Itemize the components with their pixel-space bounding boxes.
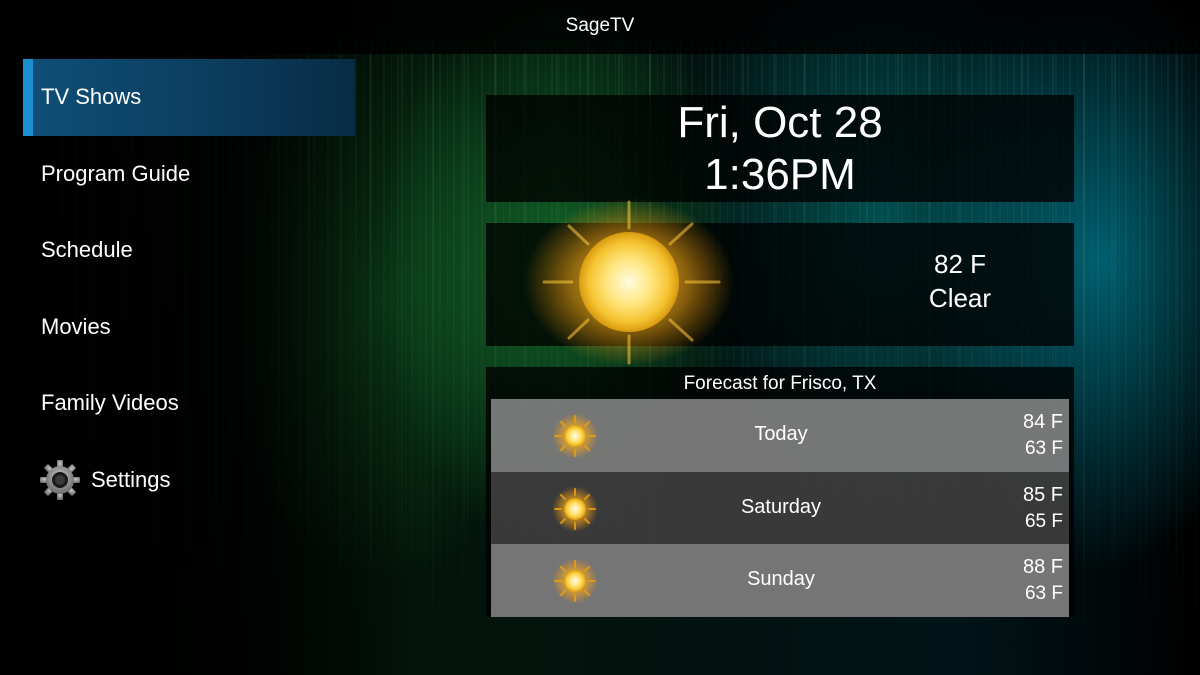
menu-item-label: Schedule — [41, 237, 133, 263]
current-condition: Clear — [928, 283, 992, 313]
menu-item-label: TV Shows — [41, 84, 142, 110]
forecast-day: Saturday — [740, 495, 822, 518]
forecast-low: 65 F — [1024, 510, 1063, 532]
menu-item-tv-shows[interactable]: TV Shows — [23, 59, 355, 136]
menu-item-label: Settings — [91, 466, 171, 492]
menu-item-label: Family Videos — [41, 390, 179, 416]
forecast-high: 88 F — [1022, 556, 1063, 578]
app-title: SageTV — [565, 15, 635, 36]
menu-item-schedule[interactable]: Schedule — [23, 212, 355, 289]
menu-item-family-videos[interactable]: Family Videos — [23, 365, 355, 442]
sun-icon — [524, 198, 734, 366]
sun-icon — [552, 413, 598, 459]
forecast-list: Today 84 F 63 F Saturday 85 F 65 F Sunda… — [491, 399, 1069, 617]
sun-icon — [552, 485, 598, 532]
sun-icon — [552, 558, 598, 604]
current-time: 1:36PM — [704, 150, 856, 199]
forecast-high: 85 F — [1022, 483, 1063, 506]
menu-item-settings[interactable]: Settings — [23, 442, 355, 519]
menu-item-program-guide[interactable]: Program Guide — [23, 136, 355, 213]
forecast-title: Forecast for Frisco, TX — [683, 373, 877, 394]
forecast-day: Today — [754, 423, 808, 445]
gear-icon — [40, 459, 80, 500]
forecast-panel: Forecast for Frisco, TX Today 84 F 63 F — [486, 367, 1074, 617]
forecast-row: Sunday 88 F 63 F — [491, 544, 1069, 617]
forecast-row: Saturday 85 F 65 F — [491, 471, 1069, 544]
forecast-low: 63 F — [1024, 438, 1063, 459]
forecast-high: 84 F — [1022, 411, 1063, 433]
forecast-row: Today 84 F 63 F — [491, 399, 1069, 472]
forecast-low: 63 F — [1024, 583, 1063, 604]
top-bar: SageTV — [0, 0, 1200, 54]
menu-item-label: Movies — [41, 313, 111, 339]
menu-item-label: Program Guide — [41, 160, 191, 186]
forecast-day: Sunday — [747, 568, 815, 590]
menu-item-movies[interactable]: Movies — [23, 289, 355, 366]
current-date: Fri, Oct 28 — [677, 98, 883, 147]
main-menu: TV Shows Program Guide Schedule Movies F… — [23, 59, 355, 518]
current-temperature: 82 F — [933, 249, 987, 279]
datetime-panel: Fri, Oct 28 1:36PM — [486, 95, 1074, 202]
